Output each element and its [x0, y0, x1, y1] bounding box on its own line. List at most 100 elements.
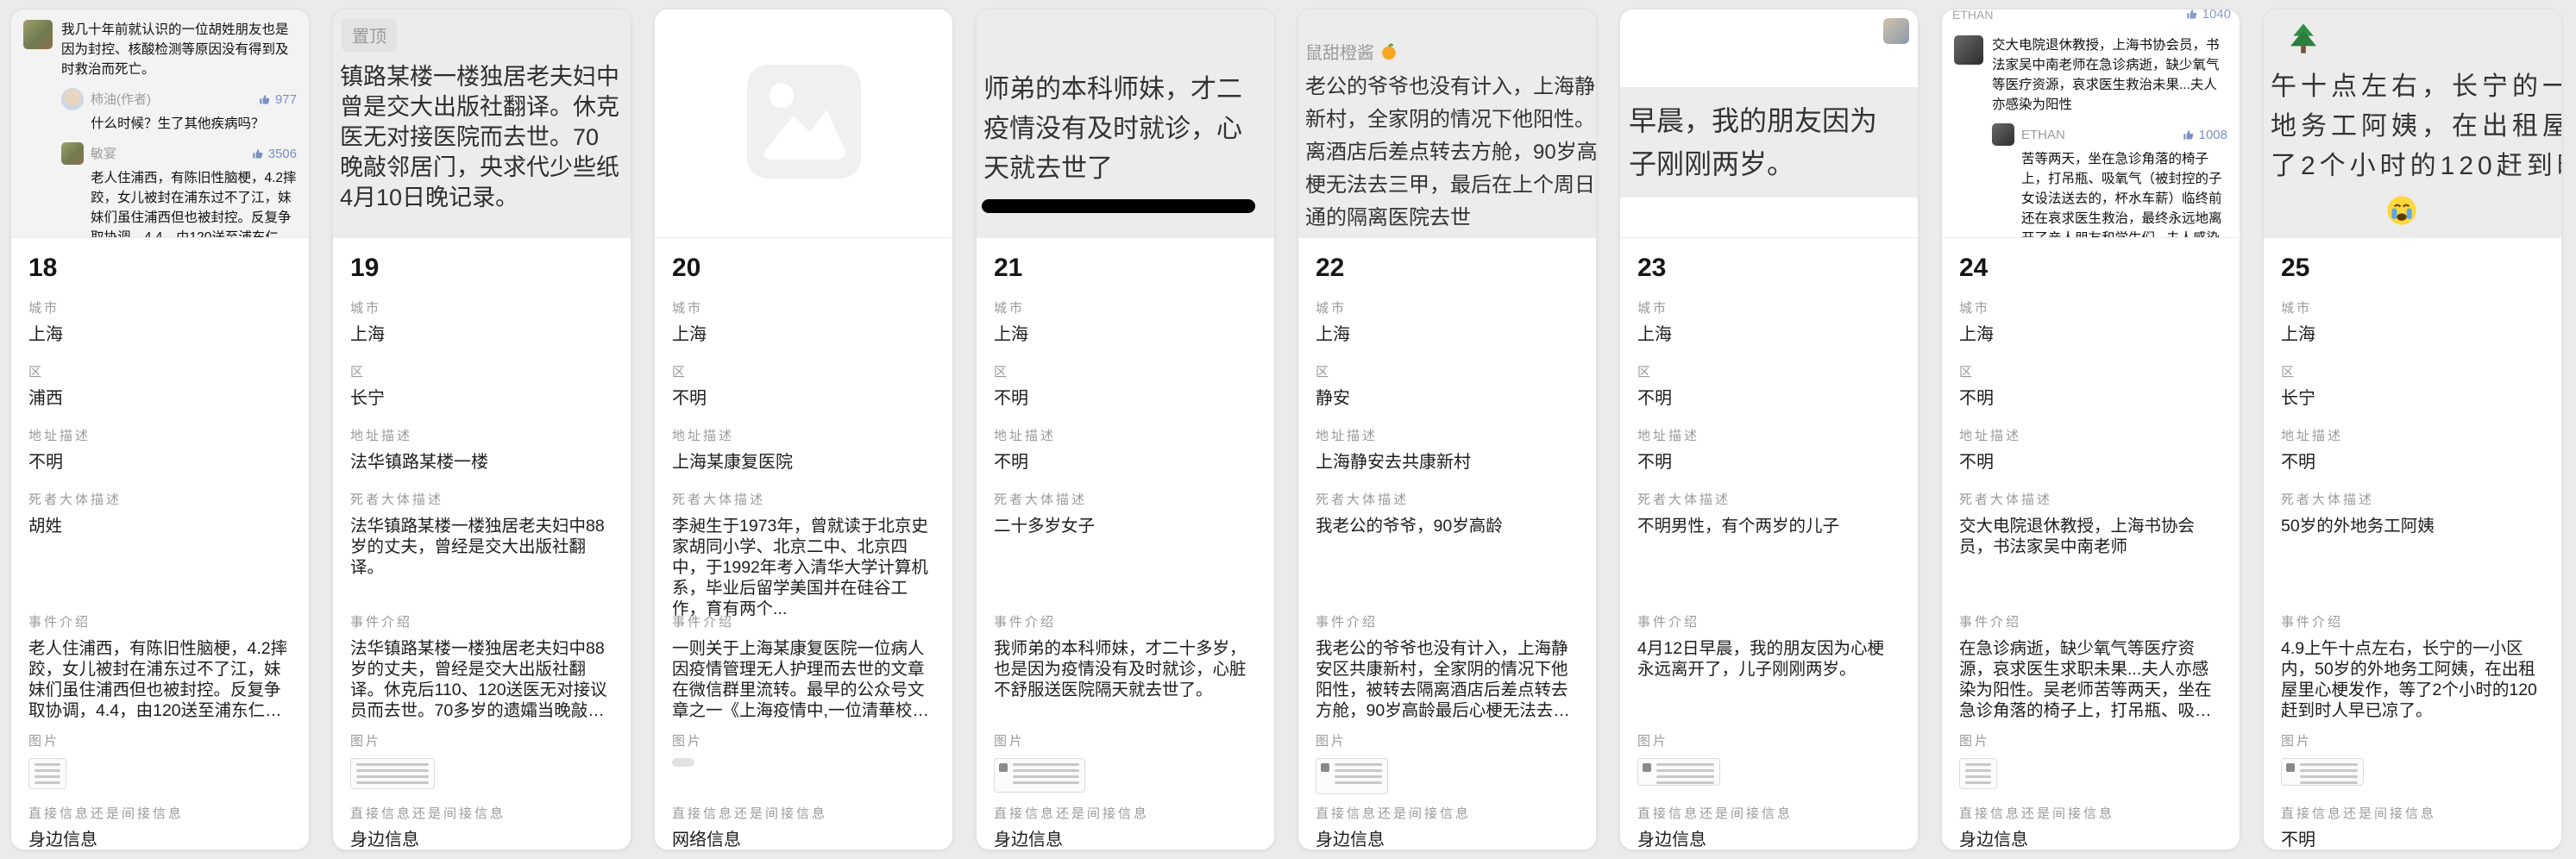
field-district: 区 长宁 — [350, 362, 613, 426]
screenshot-text: 早晨，我的朋友因为子刚刚两岁。 — [1620, 87, 1918, 198]
comment: 柿油(作者)977什么时候？生了其他疾病吗？ — [61, 88, 297, 134]
field-label-address: 地址描述 — [2281, 426, 2544, 444]
record-card[interactable]: 我几十年前就认识的一位胡姓朋友也是因为封控、核酸检测等原因没有得到及时救治而死亡… — [10, 9, 310, 850]
comment-header: 柿油(作者) 977 — [61, 88, 297, 110]
field-deceased: 死者大体描述 50岁的外地务工阿姨 — [2281, 490, 2544, 612]
record-card[interactable]: 师弟的本科师妹，才二疫情没有及时就诊，心天就去世了 21 城市 上海 区 不明 … — [976, 9, 1275, 850]
field-image: 图片 — [1959, 731, 2222, 804]
record-card[interactable]: 20 城市 上海 区 不明 地址描述 上海某康复医院 死者大体描述 李昶生于19… — [654, 9, 953, 850]
field-label-event: 事件介绍 — [28, 612, 292, 630]
field-district: 区 不明 — [1959, 362, 2222, 426]
record-cover: ETHAN1040交大电院退休教授，上海书协会员，书法家吴中南老师在急诊病逝，缺… — [1942, 9, 2240, 238]
avatar — [2286, 763, 2295, 772]
field-label-city: 城市 — [350, 298, 613, 317]
field-city: 城市 上海 — [350, 298, 613, 362]
field-label-district: 区 — [994, 362, 1257, 380]
screenshot-text-line: 镇路某楼一楼独居老夫妇中 — [340, 62, 627, 92]
field-label-source: 直接信息还是间接信息 — [1316, 804, 1579, 822]
field-address: 地址描述 不明 — [28, 426, 292, 490]
field-value-source: 不明 — [2281, 830, 2544, 850]
field-deceased: 死者大体描述 二十多岁女子 — [994, 490, 1257, 612]
field-city: 城市 上海 — [672, 298, 935, 362]
field-label-source: 直接信息还是间接信息 — [1637, 804, 1901, 822]
field-value-address: 上海某康复医院 — [672, 452, 935, 473]
field-value-deceased: 法华镇路某楼一楼独居老夫妇中88岁的丈夫，曾经是交大出版社翻译。 — [350, 516, 613, 578]
orange-emoji — [1379, 41, 1398, 61]
field-label-event: 事件介绍 — [1959, 612, 2222, 630]
screenshot-text-line: 子刚刚两岁。 — [1629, 142, 1909, 185]
screenshot-text-line: 老公的爷爷也没有计入，上海静 — [1305, 71, 1593, 103]
avatar — [999, 763, 1008, 772]
pinned-badge: 置顶 — [342, 18, 397, 52]
field-value-address: 法华镇路某楼一楼 — [350, 452, 613, 473]
field-source: 直接信息还是间接信息 身边信息 — [1637, 804, 1901, 850]
crying-emoji — [2384, 193, 2561, 232]
attachment-slot — [1316, 758, 1579, 794]
field-district: 区 长宁 — [2281, 362, 2544, 426]
like-count: 1040 — [2186, 9, 2231, 22]
field-deceased: 死者大体描述 交大电院退休教授，上海书协会员，书法家吴中南老师 — [1959, 490, 2222, 612]
attachment-thumbnail[interactable] — [1637, 758, 1720, 786]
screenshot-text-line: 天就去世了 — [983, 149, 1271, 189]
record-number: 22 — [1316, 254, 1579, 283]
field-value-event: 4.9上午十点左右，长宁的一小区内，50岁的外地务工阿姨，在出租屋里心梗发作，等… — [2281, 638, 2544, 721]
attachment-thumbnail[interactable] — [350, 758, 435, 789]
comment: 敏宴3506老人住浦西，有陈旧性脑梗，4.2摔跤，女儿被封在浦东过不了江，妹妹们… — [61, 142, 297, 238]
field-image: 图片 — [350, 731, 613, 804]
record-card[interactable]: 午十点左右，长宁的一小地务工阿姨，在出租屋里了2个小时的120赶到时人 25 城… — [2263, 9, 2562, 850]
attachment-thumbnail[interactable] — [1316, 758, 1388, 794]
field-label-deceased: 死者大体描述 — [28, 490, 292, 508]
field-label-city: 城市 — [1959, 298, 2222, 317]
card-gallery[interactable]: 我几十年前就认识的一位胡姓朋友也是因为封控、核酸检测等原因没有得到及时救治而死亡… — [0, 0, 2576, 859]
avatar — [61, 88, 84, 110]
field-label-address: 地址描述 — [28, 426, 292, 444]
field-city: 城市 上海 — [28, 298, 292, 362]
record-cover: 师弟的本科师妹，才二疫情没有及时就诊，心天就去世了 — [977, 9, 1274, 238]
commenter-name: 柿油(作者) — [91, 90, 252, 110]
attachment-thumbnail[interactable] — [1959, 758, 1997, 789]
field-label-source: 直接信息还是间接信息 — [28, 804, 292, 822]
like-count: 977 — [259, 90, 297, 110]
record-fields: 21 城市 上海 区 不明 地址描述 不明 死者大体描述 二十多岁女子 事件介绍… — [977, 238, 1274, 850]
screenshot-text-line: 疫情没有及时就诊，心 — [983, 110, 1271, 149]
screenshot-text-line: 午十点左右，长宁的一小 — [2271, 67, 2558, 107]
field-address: 地址描述 不明 — [994, 426, 1257, 490]
field-label-address: 地址描述 — [1959, 426, 2222, 444]
record-cover: 早晨，我的朋友因为子刚刚两岁。 — [1620, 9, 1918, 238]
record-number: 21 — [994, 254, 1257, 283]
screenshot-text-line: 新村，全家阴的情况下他阳性。 — [1305, 103, 1593, 136]
record-number: 25 — [2281, 254, 2544, 283]
record-fields: 18 城市 上海 区 浦西 地址描述 不明 死者大体描述 胡姓 事件介绍 老人住… — [11, 238, 309, 850]
field-value-source: 身边信息 — [350, 830, 613, 850]
field-label-source: 直接信息还是间接信息 — [994, 804, 1257, 822]
record-card[interactable]: 置顶镇路某楼一楼独居老夫妇中曾是交大出版社翻译。休克医无对接医院而去世。70晚敲… — [332, 9, 631, 850]
record-fields: 25 城市 上海 区 长宁 地址描述 不明 死者大体描述 50岁的外地务工阿姨 … — [2264, 238, 2561, 850]
record-card[interactable]: 鼠甜橙酱老公的爷爷也没有计入，上海静新村，全家阴的情况下他阳性。离酒店后差点转去… — [1297, 9, 1597, 850]
screenshot-text-line: 地务工阿姨，在出租屋里 — [2271, 107, 2558, 147]
field-event: 事件介绍 4.9上午十点左右，长宁的一小区内，50岁的外地务工阿姨，在出租屋里心… — [2281, 612, 2544, 731]
attachment-thumbnail[interactable] — [994, 758, 1085, 793]
field-label-deceased: 死者大体描述 — [350, 490, 613, 508]
thumbs-up-icon — [2183, 129, 2196, 141]
avatar — [1321, 763, 1329, 772]
field-label-image: 图片 — [1316, 731, 1579, 749]
field-label-district: 区 — [1316, 362, 1579, 380]
field-label-source: 直接信息还是间接信息 — [2281, 804, 2544, 822]
attachment-thumbnail[interactable] — [2281, 758, 2364, 786]
record-card[interactable]: ETHAN1040交大电院退休教授，上海书协会员，书法家吴中南老师在急诊病逝，缺… — [1941, 9, 2240, 850]
avatar — [61, 142, 84, 165]
field-value-event: 我师弟的本科师妹，才二十多岁，也是因为疫情没有及时就诊，心脏不舒服送医院隔天就去… — [994, 638, 1257, 700]
field-value-address: 不明 — [994, 452, 1257, 473]
field-label-city: 城市 — [2281, 298, 2544, 317]
field-label-district: 区 — [2281, 362, 2544, 380]
attachment-slot — [2281, 758, 2544, 786]
screenshot-text-line: 4月10日晚记录。 — [340, 183, 627, 213]
field-address: 地址描述 不明 — [1959, 426, 2222, 490]
record-cover: 置顶镇路某楼一楼独居老夫妇中曾是交大出版社翻译。休克医无对接医院而去世。70晚敲… — [333, 9, 631, 238]
field-city: 城市 上海 — [1959, 298, 2222, 362]
screenshot-text-line: 师弟的本科师妹，才二 — [983, 70, 1271, 110]
attachment-thumbnail[interactable] — [28, 758, 66, 789]
attachment-thumbnail[interactable] — [672, 758, 694, 767]
record-card[interactable]: 早晨，我的朋友因为子刚刚两岁。 23 城市 上海 区 不明 地址描述 不明 死者… — [1619, 9, 1919, 850]
record-number: 19 — [350, 254, 613, 283]
